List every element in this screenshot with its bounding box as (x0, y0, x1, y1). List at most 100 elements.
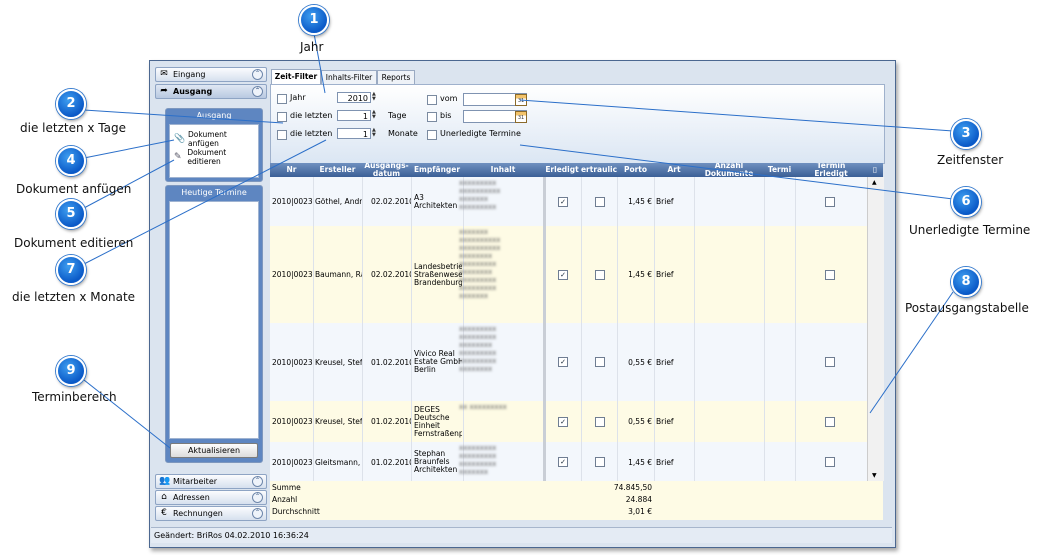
letzte-tage-spinner[interactable]: ▲ ▼ (372, 110, 378, 120)
callout-label-jahr: Jahr (300, 40, 324, 54)
attach-document-button[interactable]: 📎 Dokument anfügen (170, 130, 258, 148)
erledigt-checkbox[interactable]: ✓ (558, 416, 568, 427)
column-header[interactable]: ertraulic (581, 163, 617, 177)
chevron-up-icon[interactable]: ⌃ (252, 86, 263, 97)
letzte-monate-input[interactable]: 1 (337, 128, 371, 139)
chevron-up-icon[interactable]: ⌃ (252, 492, 263, 503)
tab-inhalts-filter[interactable]: Inhalts-Filter (321, 70, 377, 84)
calendar-icon[interactable]: 31 (515, 94, 527, 106)
calendar-icon[interactable]: 31 (515, 111, 527, 123)
table-row[interactable]: 2010|00232 Kreusel, Stefa 01.02.2010 Vivico… (270, 323, 867, 402)
column-header[interactable]: Art (654, 163, 694, 177)
empfaenger-line: Brandenburg (414, 277, 462, 287)
column-header[interactable]: Erledigt (543, 163, 581, 177)
nav-eingang-label: Eingang (173, 70, 206, 79)
column-header[interactable]: Porto (617, 163, 654, 177)
erledigt-checkbox[interactable]: ✓ (558, 457, 568, 467)
column-header[interactable]: Anzahl Dokumente (694, 163, 764, 177)
empfaenger-line: Fernstraßenpl (414, 428, 462, 438)
cell-ersteller: Kreusel, Stefa (315, 357, 362, 367)
column-divider (581, 442, 582, 482)
tab-zeit-filter[interactable]: Zeit-Filter (271, 69, 321, 85)
column-header[interactable]: Ersteller (313, 163, 362, 177)
table-summary: Summe 74.845,50 Anzahl 24.884 Durchschni… (270, 481, 883, 520)
cell-ersteller: Baumann, Ral (315, 270, 362, 279)
vertraulich-checkbox[interactable] (595, 416, 605, 427)
cell-inhalt-redacted: xxxxxxxxx xxxxxxxxx xxxxxxxx xxxxxxxxx x… (459, 325, 497, 373)
callout-label-postausgang: Postausgangstabelle (905, 301, 1029, 315)
vertraulich-checkbox[interactable] (595, 196, 605, 207)
vertraulich-checkbox[interactable] (595, 457, 605, 467)
ausgang-panel-body: 📎 Dokument anfügen ✎ Dokument editieren (169, 124, 259, 178)
cell-nr: 2010|00231 (272, 417, 313, 426)
column-header[interactable]: Termin Erledigt (795, 163, 867, 177)
chevron-up-icon[interactable]: ⌃ (252, 508, 263, 519)
column-header[interactable]: Inhalt (463, 163, 543, 177)
column-divider (543, 177, 546, 226)
termin-erledigt-checkbox[interactable] (825, 416, 835, 427)
column-divider (411, 442, 412, 482)
cell-datum: 01.02.2010 (371, 417, 411, 426)
jahr-checkbox[interactable] (277, 94, 287, 104)
nav-adressen[interactable]: ⌂ Adressen ⌃ (155, 490, 267, 505)
termin-erledigt-checkbox[interactable] (825, 457, 835, 467)
attach-document-label: Dokument anfügen (188, 130, 227, 148)
nav-eingang[interactable]: ✉ Eingang ⌃ (155, 67, 267, 82)
table-row[interactable]: 2010|00234 Göthel, Andre 02.02.2010 A3 Archi… (270, 177, 867, 227)
nav-mitarbeiter[interactable]: 👥 Mitarbeiter ⌃ (155, 474, 267, 489)
unerledigte-termine-checkbox[interactable] (427, 130, 437, 140)
letzte-tage-input[interactable]: 1 (337, 110, 371, 121)
cell-datum: 01.02.2010 (371, 357, 411, 367)
column-divider (313, 323, 314, 401)
cell-empfaenger: DEGES Deutsche Einheit Fernstraßenpl (414, 401, 462, 442)
nav-ausgang-label: Ausgang (173, 87, 213, 96)
letzte-monate-checkbox[interactable] (277, 130, 287, 140)
column-divider (313, 401, 314, 442)
chevron-up-icon[interactable]: ⌃ (252, 69, 263, 80)
column-divider (362, 177, 363, 226)
column-chooser-icon[interactable]: ▯ (867, 163, 883, 177)
jahr-input[interactable]: 2010 (337, 92, 371, 103)
cell-ersteller: Gleitsmann, B (315, 457, 362, 467)
column-divider (654, 323, 655, 401)
erledigt-checkbox[interactable]: ✓ (558, 357, 568, 367)
table-row[interactable]: 2010|00233Baumann, Ral 02.02.2010Landesbe… (270, 226, 867, 324)
cell-porto: 1,45 € (628, 197, 652, 206)
erledigt-checkbox[interactable]: ✓ (558, 269, 568, 280)
termin-erledigt-checkbox[interactable] (825, 269, 835, 280)
scroll-down-arrow[interactable]: ▼ (872, 472, 877, 479)
termin-erledigt-checkbox[interactable] (825, 196, 835, 207)
vertraulich-checkbox[interactable] (595, 357, 605, 367)
edit-document-button[interactable]: ✎ Dokument editieren (170, 148, 258, 166)
column-divider (764, 401, 765, 442)
callout-label-anfuegen: Dokument anfügen (16, 182, 132, 196)
tab-reports[interactable]: Reports (377, 70, 415, 84)
empfaenger-line: Berlin (414, 365, 436, 374)
bis-checkbox[interactable] (427, 112, 437, 122)
letzte-monate-spinner[interactable]: ▲ ▼ (372, 128, 378, 138)
letzte-tage-checkbox[interactable] (277, 112, 287, 122)
vertraulich-checkbox[interactable] (595, 269, 605, 280)
cell-empfaenger: Vivico Real Estate GmbH Berlin (414, 323, 462, 401)
chevron-up-icon[interactable]: ⌃ (252, 476, 263, 487)
summary-value: 24.884 (625, 495, 652, 504)
vom-checkbox[interactable] (427, 95, 437, 105)
nav-rechnungen[interactable]: € Rechnungen ⌃ (155, 506, 267, 521)
aktualisieren-button[interactable]: Aktualisieren (170, 443, 258, 458)
jahr-spinner[interactable]: ▲ ▼ (372, 92, 378, 102)
column-header[interactable]: Ausgangs- datum (362, 163, 411, 177)
table-row[interactable]: 2010|00231 Kreusel, Stefa 01.02.2010 DEGES D… (270, 401, 867, 443)
scroll-up-arrow[interactable]: ▲ (872, 179, 877, 186)
erledigt-checkbox[interactable]: ✓ (558, 196, 568, 207)
table-row[interactable]: 2010|00230Gleitsmann, B 01.02.2010Stephan… (270, 442, 867, 483)
column-divider (764, 177, 765, 226)
column-header[interactable]: Empfänger (411, 163, 463, 177)
termine-list[interactable] (169, 201, 259, 439)
nav-ausgang[interactable]: ➦ Ausgang ⌃ (155, 84, 267, 99)
column-header[interactable]: Nr (270, 163, 313, 177)
termin-erledigt-checkbox[interactable] (825, 357, 835, 367)
table-scrollbar[interactable]: ▲ ▼ (867, 177, 884, 481)
column-header[interactable]: Termi (764, 163, 795, 177)
column-divider (617, 442, 618, 482)
callout-badge-3: 3 (951, 119, 981, 149)
